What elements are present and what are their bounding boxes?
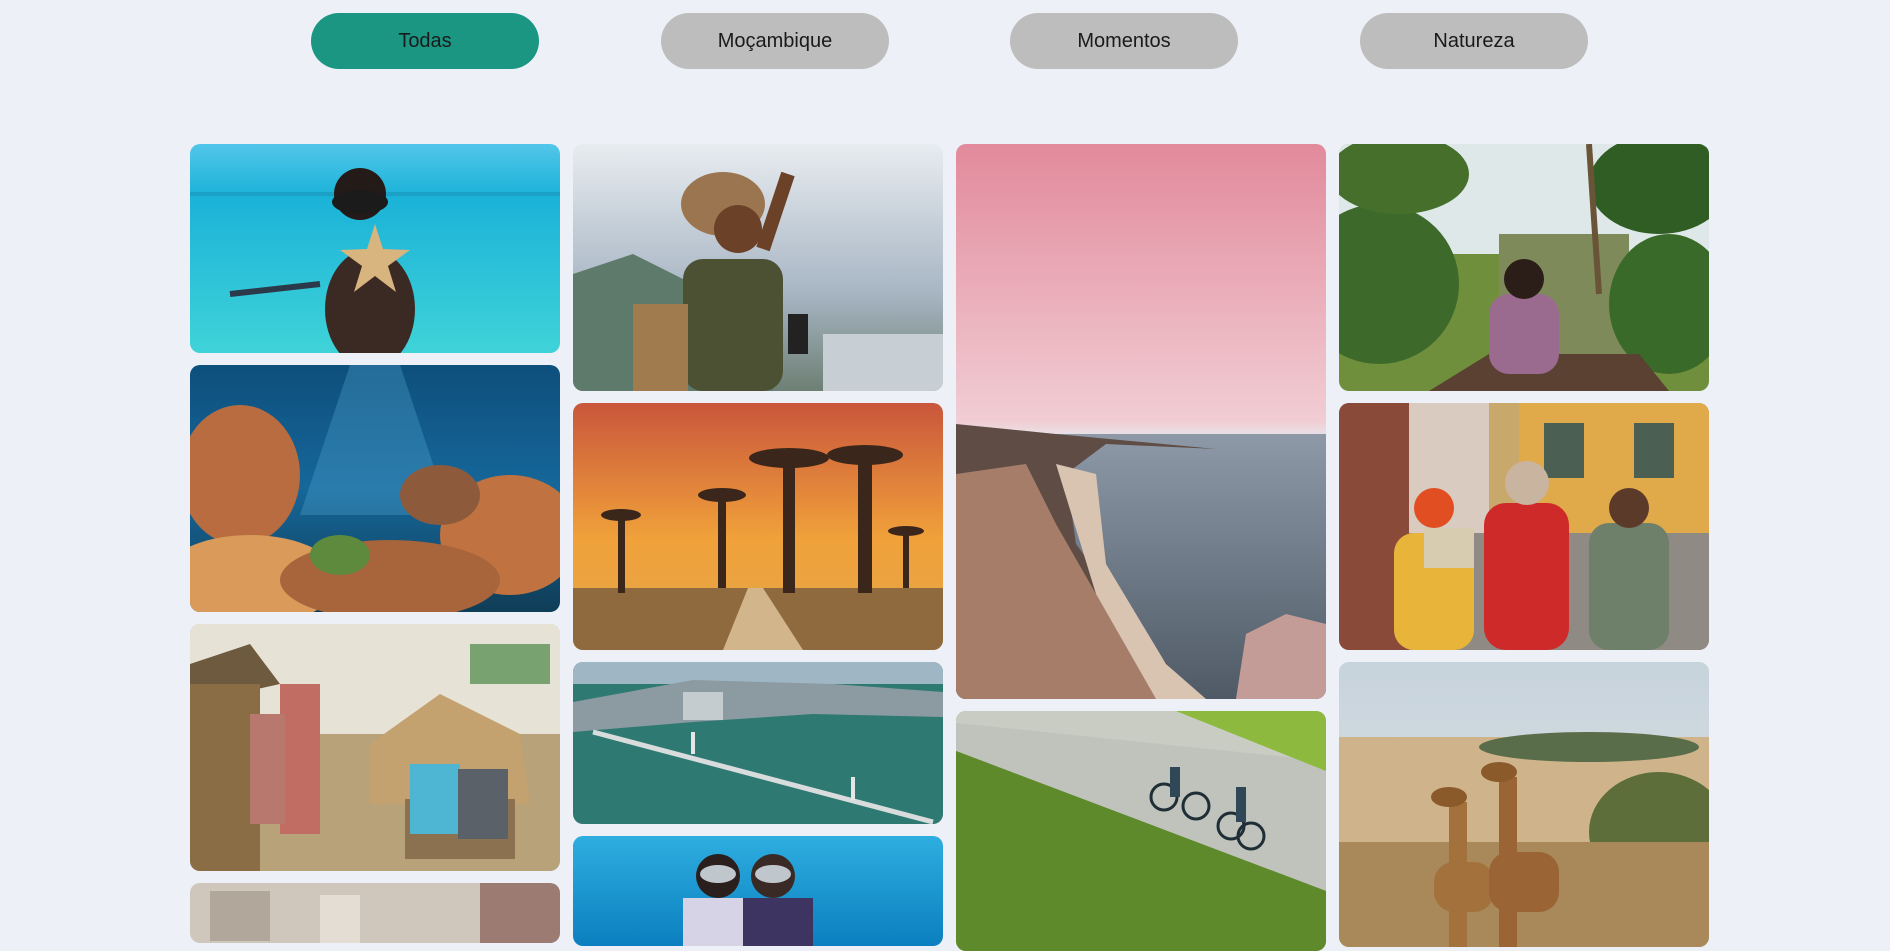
photo-boy-snorkeling-starfish[interactable]: [190, 144, 560, 353]
photo-pink-coastal-cliffs[interactable]: [956, 144, 1326, 699]
photo-city-building[interactable]: [190, 883, 560, 943]
photo-friends-bicycles[interactable]: [1339, 403, 1709, 650]
photo-cyclists-vineyard[interactable]: [956, 711, 1326, 951]
photo-coral-reef[interactable]: [190, 365, 560, 612]
photo-woman-canoe-palms[interactable]: [1339, 144, 1709, 391]
photo-giraffes-savanna[interactable]: [1339, 662, 1709, 947]
photo-gallery: [0, 0, 1890, 951]
photo-woman-traveler[interactable]: [573, 144, 943, 391]
photo-aerial-bridge-bay[interactable]: [573, 662, 943, 824]
photo-village-family[interactable]: [190, 624, 560, 871]
photo-scuba-divers[interactable]: [573, 836, 943, 946]
photo-baobab-sunset[interactable]: [573, 403, 943, 650]
